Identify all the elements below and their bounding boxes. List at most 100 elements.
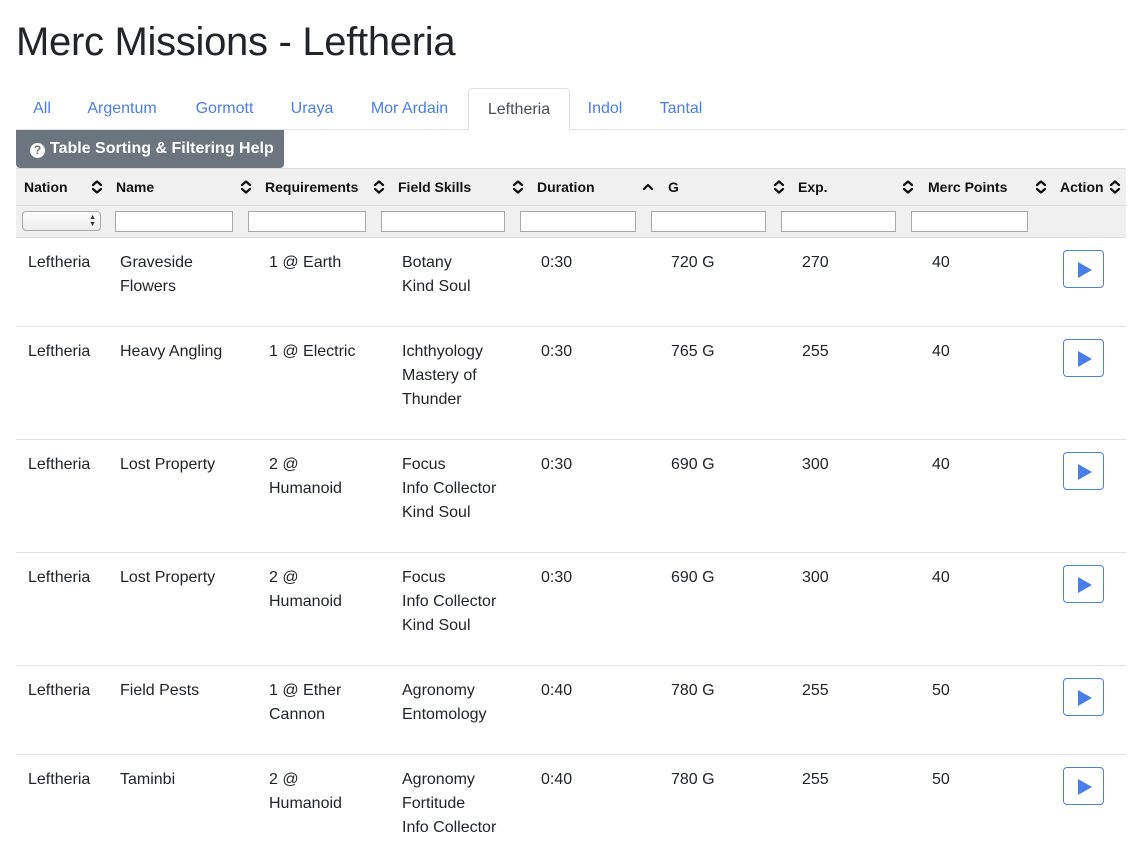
name-cell: Heavy Angling [120,340,222,364]
nation-cell: Leftheria [28,682,91,699]
field-skills-line: Focus [402,569,446,586]
tab-tantal[interactable]: Tantal [640,88,722,130]
column-header-requirements[interactable]: Requirements [265,169,358,205]
merc-points-filter-input[interactable] [911,211,1028,232]
field-skills-cell: Focus Info Collector Kind Soul [402,566,496,638]
sort-icon[interactable] [902,180,914,194]
start-mission-button[interactable] [1063,565,1104,603]
duration-cell: 0:40 [541,682,573,699]
table-row: Leftheria Heavy Angling 1 @ Electric Ichthy… [16,327,1126,440]
requirements-line: Cannon [269,706,326,723]
duration-cell: 0:30 [541,254,573,271]
requirements-cell: 2 @ Humanoid [269,453,342,501]
name-filter-input[interactable] [115,211,233,232]
field-skills-line: Kind Soul [402,617,471,634]
nation-cell: Leftheria [28,569,91,586]
exp-filter-input[interactable] [781,211,896,232]
g-filter-input[interactable] [651,211,766,232]
duration-filter-input[interactable] [520,211,636,232]
requirements-cell: 2 @ Humanoid [269,566,342,614]
name-cell: Field Pests [120,679,199,703]
field-skills-line: Kind Soul [402,278,471,295]
start-mission-button[interactable] [1063,339,1104,377]
name-line: Lost Property [120,456,216,473]
tab-argentum[interactable]: Argentum [68,88,176,130]
field-skills-cell: Agronomy Fortitude Info Collector [402,768,496,840]
start-mission-button[interactable] [1063,767,1104,805]
sort-icon[interactable] [1035,180,1047,194]
tab-mor-ardain[interactable]: Mor Ardain [351,88,468,130]
nation-cell: Leftheria [28,456,91,473]
field-skills-line: Agronomy [402,682,475,699]
column-header-nation[interactable]: Nation [24,169,68,205]
tab-leftheria[interactable]: Leftheria [468,88,570,131]
field-skills-line: Info Collector [402,819,497,836]
start-mission-button[interactable] [1063,250,1104,288]
start-mission-button[interactable] [1063,452,1104,490]
tab-all[interactable]: All [16,88,68,130]
field-skills-line: Entomology [402,706,487,723]
field-skills-line: Thunder [402,391,462,408]
tab-gormott[interactable]: Gormott [176,88,273,130]
name-line: Lost Property [120,569,216,586]
requirements-cell: 1 @ Electric [269,340,355,364]
play-icon [1078,262,1092,278]
duration-cell: 0:40 [541,771,573,788]
requirements-line: Humanoid [269,480,342,497]
merc-points-cell: 40 [932,569,950,586]
exp-cell: 300 [802,569,829,586]
start-mission-button[interactable] [1063,678,1104,716]
nation-filter-select[interactable]: ▲ ▼ [22,211,101,231]
duration-cell: 0:30 [541,569,573,586]
exp-cell: 255 [802,771,829,788]
sort-icon[interactable] [1109,180,1121,194]
g-cell: 690 G [671,569,715,586]
table-help-button[interactable]: ? Table Sorting & Filtering Help [16,130,284,168]
requirements-line: 1 @ Earth [269,254,342,271]
play-icon [1078,464,1092,480]
name-cell: Lost Property [120,453,215,477]
tab-indol[interactable]: Indol [570,88,640,130]
exp-cell: 300 [802,456,829,473]
field-skills-line: Ichthyology [402,343,483,360]
g-cell: 720 G [671,254,715,271]
field-skills-line: Info Collector [402,593,497,610]
page-title: Merc Missions - Leftheria [16,20,456,64]
merc-points-cell: 50 [932,771,950,788]
table-row: Leftheria Graveside Flowers 1 @ Earth Botany… [16,238,1126,327]
sort-icon[interactable] [240,180,252,194]
select-arrows-icon: ▲ ▼ [89,214,96,228]
sort-icon[interactable] [773,180,785,194]
g-cell: 780 G [671,771,715,788]
column-header-name[interactable]: Name [116,169,154,205]
column-header-action[interactable]: Action [1060,169,1104,205]
requirements-cell: 1 @ Ether Cannon [269,679,341,727]
field-skills-filter-input[interactable] [381,211,505,232]
field-skills-cell: Focus Info Collector Kind Soul [402,453,496,525]
nation-tabs: All Argentum Gormott Uraya Mor Ardain Le… [16,88,1126,131]
field-skills-line: Info Collector [402,480,497,497]
name-line: Heavy Angling [120,343,223,360]
question-circle-icon: ? [30,143,45,158]
table-row: Leftheria Lost Property 2 @ Humanoid Focus In… [16,440,1126,553]
play-icon [1078,690,1092,706]
nation-cell: Leftheria [28,771,91,788]
sort-icon[interactable] [91,180,103,194]
column-header-exp[interactable]: Exp. [798,169,828,205]
requirements-cell: 1 @ Earth [269,251,341,275]
name-line: Flowers [120,278,177,295]
requirements-filter-input[interactable] [248,211,366,232]
column-header-merc-points[interactable]: Merc Points [928,169,1007,205]
column-header-duration[interactable]: Duration [537,169,595,205]
sort-icon[interactable] [373,180,385,194]
column-header-g[interactable]: G [668,169,679,205]
column-header-field-skills[interactable]: Field Skills [398,169,471,205]
g-cell: 780 G [671,682,715,699]
requirements-line: 1 @ Electric [269,343,356,360]
tab-uraya[interactable]: Uraya [273,88,351,130]
exp-cell: 255 [802,682,829,699]
g-cell: 765 G [671,343,715,360]
play-icon [1078,351,1092,367]
sort-icon[interactable] [512,180,524,194]
sort-ascending-icon[interactable] [642,180,654,194]
